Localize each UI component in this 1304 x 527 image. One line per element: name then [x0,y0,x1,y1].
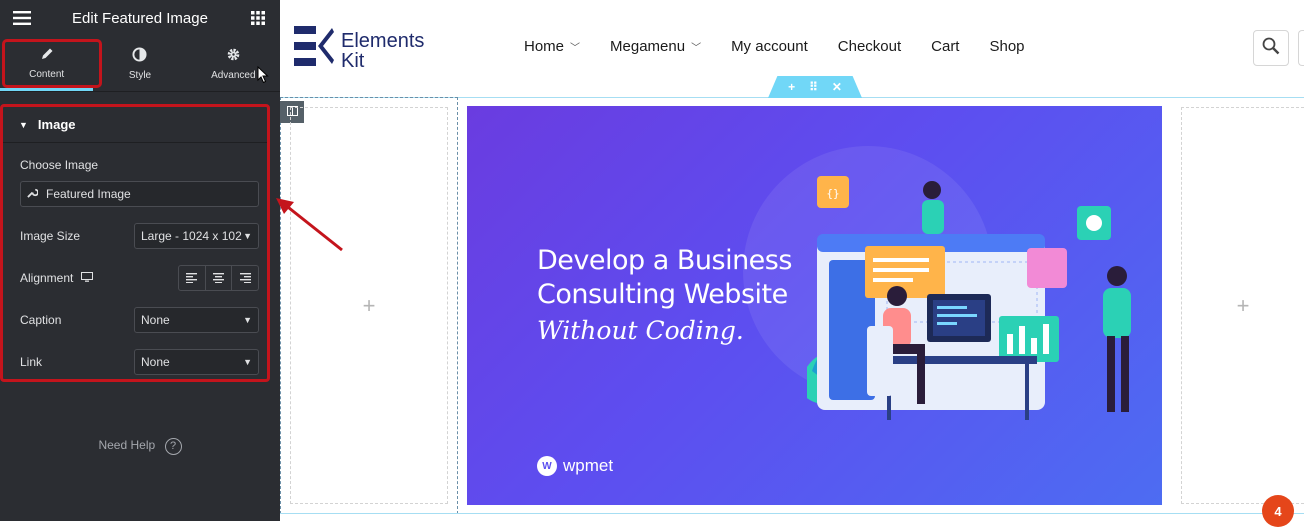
chevron-down-icon: ﹀ [691,43,702,54]
hero-illustration: {} [807,176,1131,420]
image-size-select[interactable]: Large - 1024 x 102 ▼ [134,223,259,249]
caption-row: Caption None ▼ [20,307,259,333]
dropdown-caret-icon: ▼ [243,315,252,325]
link-select[interactable]: None ▼ [134,349,259,375]
logo-line-1: Elements [341,30,425,52]
header-extra-button[interactable] [1298,30,1304,66]
hero-subtitle: Without Coding. [537,316,744,345]
hero-brand: W wpmet [537,456,613,476]
hero-line-2: Consulting Website [537,279,788,310]
nav-item-checkout[interactable]: Checkout [838,38,901,55]
tab-style-label: Style [128,69,152,81]
drag-handle-icon[interactable]: ⠿ [809,80,818,94]
main-nav: Home ﹀ Megamenu ﹀ My account Checkout Cart… [524,38,1025,55]
tab-advanced-label: Advanced [211,69,256,81]
hero-line-1: Develop a Business [537,245,792,276]
caption-value: None [141,313,170,327]
image-size-label: Image Size [20,229,81,243]
chevron-down-icon: ﹀ [570,43,581,54]
section-image-header[interactable]: ▼ Image [3,107,267,143]
panel-header: Edit Featured Image [0,0,280,36]
wrench-icon [27,187,39,201]
nav-item-home[interactable]: Home ﹀ [524,38,580,55]
section-title: Image [37,117,76,132]
dropdown-caret-icon: ▼ [243,231,252,241]
dropdown-caret-icon: ▼ [243,357,252,367]
search-icon [1262,37,1280,60]
need-help-label: Need Help [98,438,156,452]
gear-icon [226,47,241,66]
alignment-label: Alignment [20,271,74,285]
link-row: Link None ▼ [20,349,259,375]
svg-text:{}: {} [826,187,839,200]
hero-title: Develop a Business Consulting Website [537,244,792,312]
link-value: None [141,355,170,369]
caption-label: Caption [20,313,62,327]
nav-item-megamenu-label: Megamenu [610,38,686,55]
choose-image-label: Choose Image [20,158,99,172]
caret-down-icon: ▼ [19,119,28,130]
link-label: Link [20,355,43,369]
notification-badge[interactable]: 4 [1262,495,1294,527]
featured-image-field[interactable]: Featured Image [20,181,259,207]
align-left-icon[interactable] [179,266,205,290]
wpmet-logo-icon: W [537,456,557,476]
panel-title: Edit Featured Image [72,9,208,27]
section-border-bottom [280,513,1304,514]
hamburger-icon[interactable] [12,8,32,28]
site-logo[interactable]: Elements Kit [294,26,424,76]
logo-text: Elements Kit [341,31,424,71]
preview-canvas: Elements Kit Home ﹀ Megamenu ﹀ My account … [280,0,1304,527]
section-toolbar: + ⠿ ✕ [768,76,862,98]
nav-item-megamenu[interactable]: Megamenu ﹀ [610,38,701,55]
help-icon: ? [164,438,182,455]
image-size-row: Image Size Large - 1024 x 102 ▼ [20,223,259,249]
add-widget-icon: + [362,292,376,318]
search-button[interactable] [1253,30,1289,66]
desktop-icon[interactable] [81,271,94,285]
align-center-icon[interactable] [204,266,232,290]
empty-column-right[interactable]: + [1181,107,1304,504]
tab-style[interactable]: Style [93,36,186,91]
annotation-arrow-icon [276,198,343,252]
align-right-icon[interactable] [231,266,258,290]
contrast-icon [132,46,148,66]
featured-image-widget[interactable]: Develop a Business Consulting Website Wi… [467,106,1162,505]
grid-icon[interactable] [248,8,268,28]
need-help-link[interactable]: Need Help ? [0,438,280,455]
nav-item-my-account[interactable]: My account [731,38,808,55]
image-section: ▼ Image Choose Image Featured Image Imag… [0,104,270,382]
nav-item-shop[interactable]: Shop [989,38,1024,55]
empty-column-left[interactable]: + [290,107,448,504]
logo-line-2: Kit [341,50,365,72]
hero-brand-label: wpmet [563,456,614,475]
alignment-buttons [178,265,259,291]
elementskit-logo-icon [294,26,334,76]
alignment-row: Alignment [20,265,259,291]
highlight-box-content-tab [2,39,102,88]
image-size-value: Large - 1024 x 102 [141,229,242,243]
caption-select[interactable]: None ▼ [134,307,259,333]
featured-image-value: Featured Image [46,187,131,201]
nav-item-home-label: Home [524,38,565,55]
add-widget-icon: + [1236,292,1250,318]
nav-item-cart[interactable]: Cart [931,38,959,55]
editor-panel: Edit Featured Image Content Style Advanc… [0,0,280,521]
mouse-cursor-icon [257,65,269,89]
add-section-icon[interactable]: + [788,80,795,94]
close-icon[interactable]: ✕ [832,80,842,94]
